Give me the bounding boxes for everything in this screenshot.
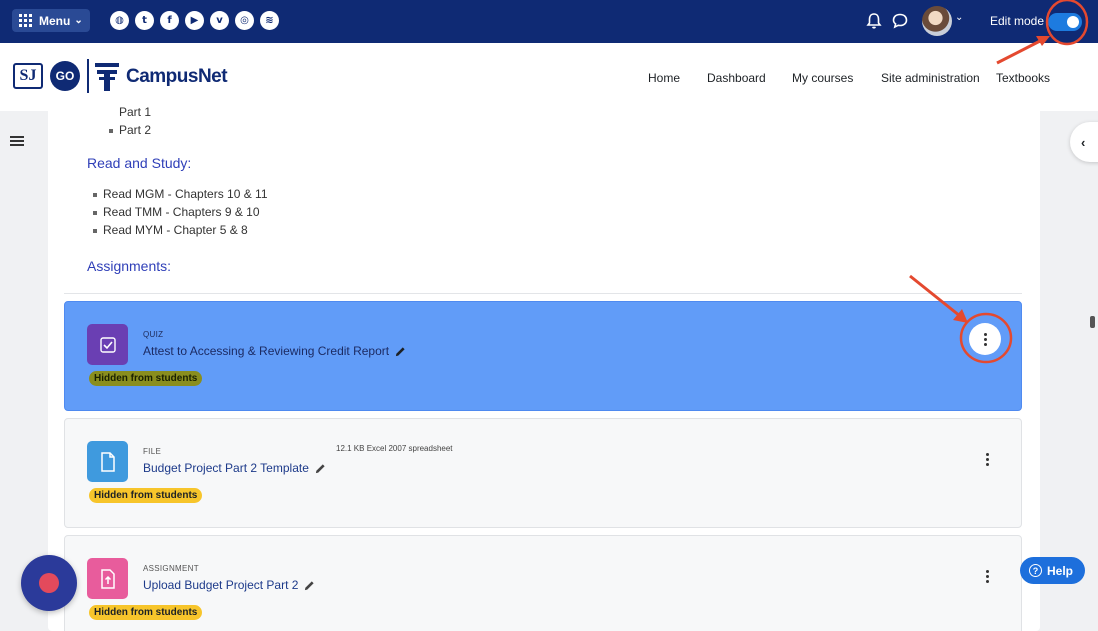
kebab-icon xyxy=(985,452,989,466)
activity-actions-menu[interactable] xyxy=(978,563,996,589)
grid-icon xyxy=(19,14,32,27)
assignments-heading: Assignments: xyxy=(87,258,172,274)
status-badge: Hidden from students xyxy=(89,488,203,503)
list-item: Read MGM - Chapters 10 & 11 xyxy=(93,187,268,201)
logo-divider xyxy=(87,59,89,93)
activity-type: ASSIGNMENT xyxy=(143,564,199,573)
activity-name-link[interactable]: Budget Project Part 2 Template xyxy=(143,461,326,475)
nav-link-my-courses[interactable]: My courses xyxy=(792,71,853,85)
help-button[interactable]: ? Help xyxy=(1020,557,1086,584)
activity-actions-menu[interactable] xyxy=(978,446,996,472)
file-details: 12.1 KB Excel 2007 spreadsheet xyxy=(336,444,453,453)
status-badge: Hidden from students xyxy=(89,371,203,386)
activity-name-link[interactable]: Upload Budget Project Part 2 xyxy=(143,578,315,592)
file-icon xyxy=(87,441,128,482)
pencil-icon[interactable] xyxy=(315,463,326,474)
pencil-icon[interactable] xyxy=(304,580,315,591)
globe-icon[interactable]: ◍ xyxy=(110,11,129,30)
go-logo[interactable]: GO xyxy=(50,61,80,91)
menu-button[interactable]: Menu ⌄ xyxy=(12,9,90,32)
avatar[interactable] xyxy=(922,6,952,36)
divider xyxy=(64,293,1022,294)
nav-link-home[interactable]: Home xyxy=(648,71,680,85)
chevron-left-icon: ‹ xyxy=(1081,134,1086,150)
scrollbar-thumb[interactable] xyxy=(1090,316,1095,328)
activity-type: FILE xyxy=(143,447,162,456)
list-item: Read TMM - Chapters 9 & 10 xyxy=(93,205,260,219)
chevron-down-icon: ⌄ xyxy=(74,15,83,26)
facebook-icon[interactable]: f xyxy=(160,11,179,30)
activity-actions-menu[interactable] xyxy=(969,323,1001,355)
course-index-toggle-icon[interactable] xyxy=(6,130,28,152)
menu-label: Menu xyxy=(39,13,71,28)
list-item: Read MYM - Chapter 5 & 8 xyxy=(93,223,248,237)
activity-assignment[interactable]: ASSIGNMENT Upload Budget Project Part 2 … xyxy=(64,535,1022,631)
twitter-icon[interactable]: t xyxy=(135,11,154,30)
vimeo-icon[interactable]: v xyxy=(210,11,229,30)
activity-type: QUIZ xyxy=(143,330,164,339)
rss-icon[interactable]: ≋ xyxy=(260,11,279,30)
activity-file[interactable]: FILE 12.1 KB Excel 2007 spreadsheet Budg… xyxy=(64,418,1022,528)
activity-name[interactable]: Budget Project Part 2 Template xyxy=(143,461,309,475)
messages-icon[interactable] xyxy=(891,12,909,30)
record-button[interactable] xyxy=(21,555,77,611)
nav-link-textbooks[interactable]: Textbooks xyxy=(996,71,1050,85)
nav-link-dashboard[interactable]: Dashboard xyxy=(707,71,766,85)
list-item: Part 1 xyxy=(119,105,152,117)
block-drawer-toggle[interactable]: ‹ xyxy=(1070,122,1098,162)
status-badge: Hidden from students xyxy=(89,605,203,620)
sj-logo[interactable]: SJ xyxy=(13,63,43,89)
list-item: Part 2 xyxy=(108,123,152,137)
read-and-study-heading: Read and Study: xyxy=(87,155,192,171)
site-navbar: SJ GO CampusNet Home Dashboard My course… xyxy=(0,43,1098,111)
campusnet-cross-icon xyxy=(95,63,119,91)
activity-name[interactable]: Attest to Accessing & Reviewing Credit R… xyxy=(143,344,389,358)
chevron-down-icon[interactable]: ⌄ xyxy=(955,12,963,23)
edit-mode-label: Edit mode xyxy=(990,14,1045,28)
youtube-icon[interactable]: ▶ xyxy=(185,11,204,30)
instagram-icon[interactable]: ◎ xyxy=(235,11,254,30)
top-bar: Menu ⌄ ◍ t f ▶ v ◎ ≋ ⌄ Edit mode xyxy=(0,0,1098,43)
bell-icon[interactable] xyxy=(866,12,882,30)
edit-mode-toggle[interactable] xyxy=(1048,13,1082,31)
record-icon xyxy=(39,573,59,593)
activity-name-link[interactable]: Attest to Accessing & Reviewing Credit R… xyxy=(143,344,406,358)
activity-name[interactable]: Upload Budget Project Part 2 xyxy=(143,578,298,592)
activity-quiz[interactable]: QUIZ Attest to Accessing & Reviewing Cre… xyxy=(64,301,1022,411)
kebab-icon xyxy=(983,332,987,346)
assignment-icon xyxy=(87,558,128,599)
site-name[interactable]: CampusNet xyxy=(126,66,228,88)
kebab-icon xyxy=(985,569,989,583)
help-label: Help xyxy=(1047,563,1074,578)
nav-link-site-administration[interactable]: Site administration xyxy=(881,71,980,85)
section-summary: Part 1 Part 2 Read and Study: Read MGM -… xyxy=(64,105,1022,294)
pencil-icon[interactable] xyxy=(395,346,406,357)
question-icon: ? xyxy=(1029,564,1042,577)
quiz-icon xyxy=(87,324,128,365)
